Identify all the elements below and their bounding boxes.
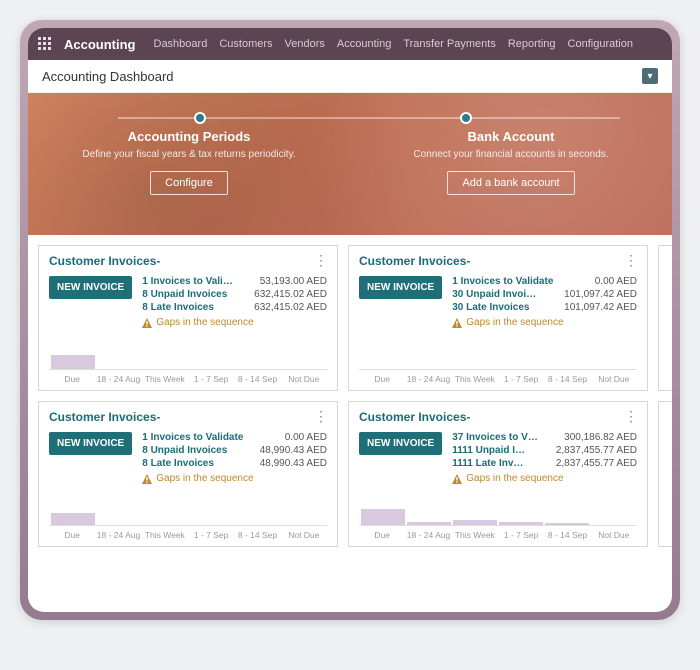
- aging-axis: Due 18 - 24 Aug This Week 1 - 7 Sep 8 - …: [359, 530, 637, 540]
- stat-late[interactable]: 30 Late Invoices: [452, 302, 554, 313]
- apps-icon[interactable]: [38, 37, 52, 51]
- stat-unpaid-value: 101,097.42 AED: [564, 289, 637, 300]
- card-stats: 37 Invoices to V… 300,186.82 AED 1111 Un…: [452, 432, 637, 484]
- nav-configuration[interactable]: Configuration: [568, 38, 633, 50]
- onboarding-desc: Define your fiscal years & tax returns p…: [40, 148, 338, 161]
- stat-late-value: 632,415.02 AED: [254, 302, 327, 313]
- onboarding-title: Bank Account: [362, 129, 660, 144]
- card-menu-icon[interactable]: ⋮: [624, 258, 637, 264]
- onboarding-title: Accounting Periods: [40, 129, 338, 144]
- stat-unpaid-value: 48,990.43 AED: [260, 445, 327, 456]
- aging-bar: [51, 355, 95, 369]
- aging-axis: Due 18 - 24 Aug This Week 1 - 7 Sep 8 - …: [49, 530, 327, 540]
- card-title[interactable]: Customer Invoices-: [49, 410, 160, 424]
- onboarding-step-bank: Bank Account Connect your financial acco…: [350, 129, 672, 195]
- stat-unpaid[interactable]: 8 Unpaid Invoices: [142, 289, 244, 300]
- journal-card: Customer Invoices- ⋮ NEW INVOICE 37 Invo…: [348, 401, 648, 547]
- card-stats: 1 Invoices to Validate 0.00 AED 30 Unpai…: [452, 276, 637, 328]
- card-title[interactable]: Customer Invoices-: [359, 254, 470, 268]
- aging-chart: [49, 348, 327, 370]
- top-nav: Accounting Dashboard Customers Vendors A…: [28, 28, 672, 60]
- dashboard-grid: Customer Invoices- ⋮ NEW INVOICE 1 Invoi…: [28, 235, 672, 557]
- nav-reporting[interactable]: Reporting: [508, 38, 556, 50]
- stat-validate-value: 0.00 AED: [260, 432, 327, 443]
- aging-chart: [359, 504, 637, 526]
- journal-card: Customer Invoices- ⋮ NEW INVOICE 1 Invoi…: [38, 401, 338, 547]
- onboarding-desc: Connect your financial accounts in secon…: [362, 148, 660, 161]
- stat-late[interactable]: 1111 Late Inv…: [452, 458, 546, 469]
- filter-icon[interactable]: ▾: [642, 68, 658, 84]
- stat-validate[interactable]: 37 Invoices to V…: [452, 432, 546, 443]
- onboarding-progress: [118, 117, 620, 119]
- card-menu-icon[interactable]: ⋮: [314, 414, 327, 420]
- sequence-gap-warning[interactable]: Gaps in the sequence: [452, 317, 637, 328]
- stat-late[interactable]: 8 Late Invoices: [142, 458, 249, 469]
- sequence-gap-warning[interactable]: Gaps in the sequence: [142, 473, 327, 484]
- aging-axis: Due 18 - 24 Aug This Week 1 - 7 Sep 8 - …: [359, 374, 637, 384]
- new-invoice-button[interactable]: NEW INVOICE: [359, 432, 442, 455]
- nav-dashboard[interactable]: Dashboard: [154, 38, 208, 50]
- aging-bar: [545, 523, 589, 525]
- stat-validate-value: 53,193.00 AED: [254, 276, 327, 287]
- aging-bar: [51, 513, 95, 525]
- aging-chart: [49, 504, 327, 526]
- warning-icon: [452, 474, 462, 484]
- onboarding-step-periods: Accounting Periods Define your fiscal ye…: [28, 129, 350, 195]
- next-card-peek[interactable]: [658, 401, 672, 547]
- stat-validate[interactable]: 1 Invoices to Validate: [142, 432, 249, 443]
- new-invoice-button[interactable]: NEW INVOICE: [359, 276, 442, 299]
- stat-unpaid-value: 632,415.02 AED: [254, 289, 327, 300]
- stat-validate[interactable]: 1 Invoices to Vali…: [142, 276, 244, 287]
- aging-bar: [453, 520, 497, 525]
- new-invoice-button[interactable]: NEW INVOICE: [49, 276, 132, 299]
- stat-late[interactable]: 8 Late Invoices: [142, 302, 244, 313]
- progress-dot-1: [194, 112, 206, 124]
- add-bank-button[interactable]: Add a bank account: [447, 171, 574, 195]
- journal-card: Customer Invoices- ⋮ NEW INVOICE 1 Invoi…: [348, 245, 648, 391]
- stat-unpaid[interactable]: 8 Unpaid Invoices: [142, 445, 249, 456]
- new-invoice-button[interactable]: NEW INVOICE: [49, 432, 132, 455]
- warning-icon: [452, 318, 462, 328]
- nav-vendors[interactable]: Vendors: [285, 38, 325, 50]
- aging-bar: [499, 522, 543, 525]
- onboarding-banner: Accounting Periods Define your fiscal ye…: [28, 93, 672, 235]
- configure-button[interactable]: Configure: [150, 171, 228, 195]
- card-stats: 1 Invoices to Validate 0.00 AED 8 Unpaid…: [142, 432, 327, 484]
- nav-accounting[interactable]: Accounting: [337, 38, 391, 50]
- card-title[interactable]: Customer Invoices-: [49, 254, 160, 268]
- journal-card: Customer Invoices- ⋮ NEW INVOICE 1 Invoi…: [38, 245, 338, 391]
- app-screen: Accounting Dashboard Customers Vendors A…: [28, 28, 672, 612]
- stat-late-value: 101,097.42 AED: [564, 302, 637, 313]
- breadcrumb-bar: Accounting Dashboard ▾: [28, 60, 672, 93]
- aging-axis: Due 18 - 24 Aug This Week 1 - 7 Sep 8 - …: [49, 374, 327, 384]
- sequence-gap-warning[interactable]: Gaps in the sequence: [452, 473, 637, 484]
- warning-icon: [142, 474, 152, 484]
- stat-late-value: 48,990.43 AED: [260, 458, 327, 469]
- card-stats: 1 Invoices to Vali… 53,193.00 AED 8 Unpa…: [142, 276, 327, 328]
- progress-dot-2: [460, 112, 472, 124]
- nav-customers[interactable]: Customers: [219, 38, 272, 50]
- aging-chart: [359, 348, 637, 370]
- device-frame: Accounting Dashboard Customers Vendors A…: [20, 20, 680, 620]
- stat-validate-value: 300,186.82 AED: [556, 432, 637, 443]
- page-title: Accounting Dashboard: [42, 69, 174, 84]
- aging-bar: [361, 509, 405, 525]
- warning-icon: [142, 318, 152, 328]
- stat-validate-value: 0.00 AED: [564, 276, 637, 287]
- stat-validate[interactable]: 1 Invoices to Validate: [452, 276, 554, 287]
- card-menu-icon[interactable]: ⋮: [624, 414, 637, 420]
- sequence-gap-warning[interactable]: Gaps in the sequence: [142, 317, 327, 328]
- stat-late-value: 2,837,455.77 AED: [556, 458, 637, 469]
- aging-bar: [407, 522, 451, 525]
- nav-transfer-payments[interactable]: Transfer Payments: [403, 38, 496, 50]
- stat-unpaid-value: 2,837,455.77 AED: [556, 445, 637, 456]
- stat-unpaid[interactable]: 30 Unpaid Invoi…: [452, 289, 554, 300]
- card-menu-icon[interactable]: ⋮: [314, 258, 327, 264]
- card-title[interactable]: Customer Invoices-: [359, 410, 470, 424]
- next-card-peek[interactable]: [658, 245, 672, 391]
- stat-unpaid[interactable]: 1111 Unpaid I…: [452, 445, 546, 456]
- app-brand[interactable]: Accounting: [64, 37, 136, 52]
